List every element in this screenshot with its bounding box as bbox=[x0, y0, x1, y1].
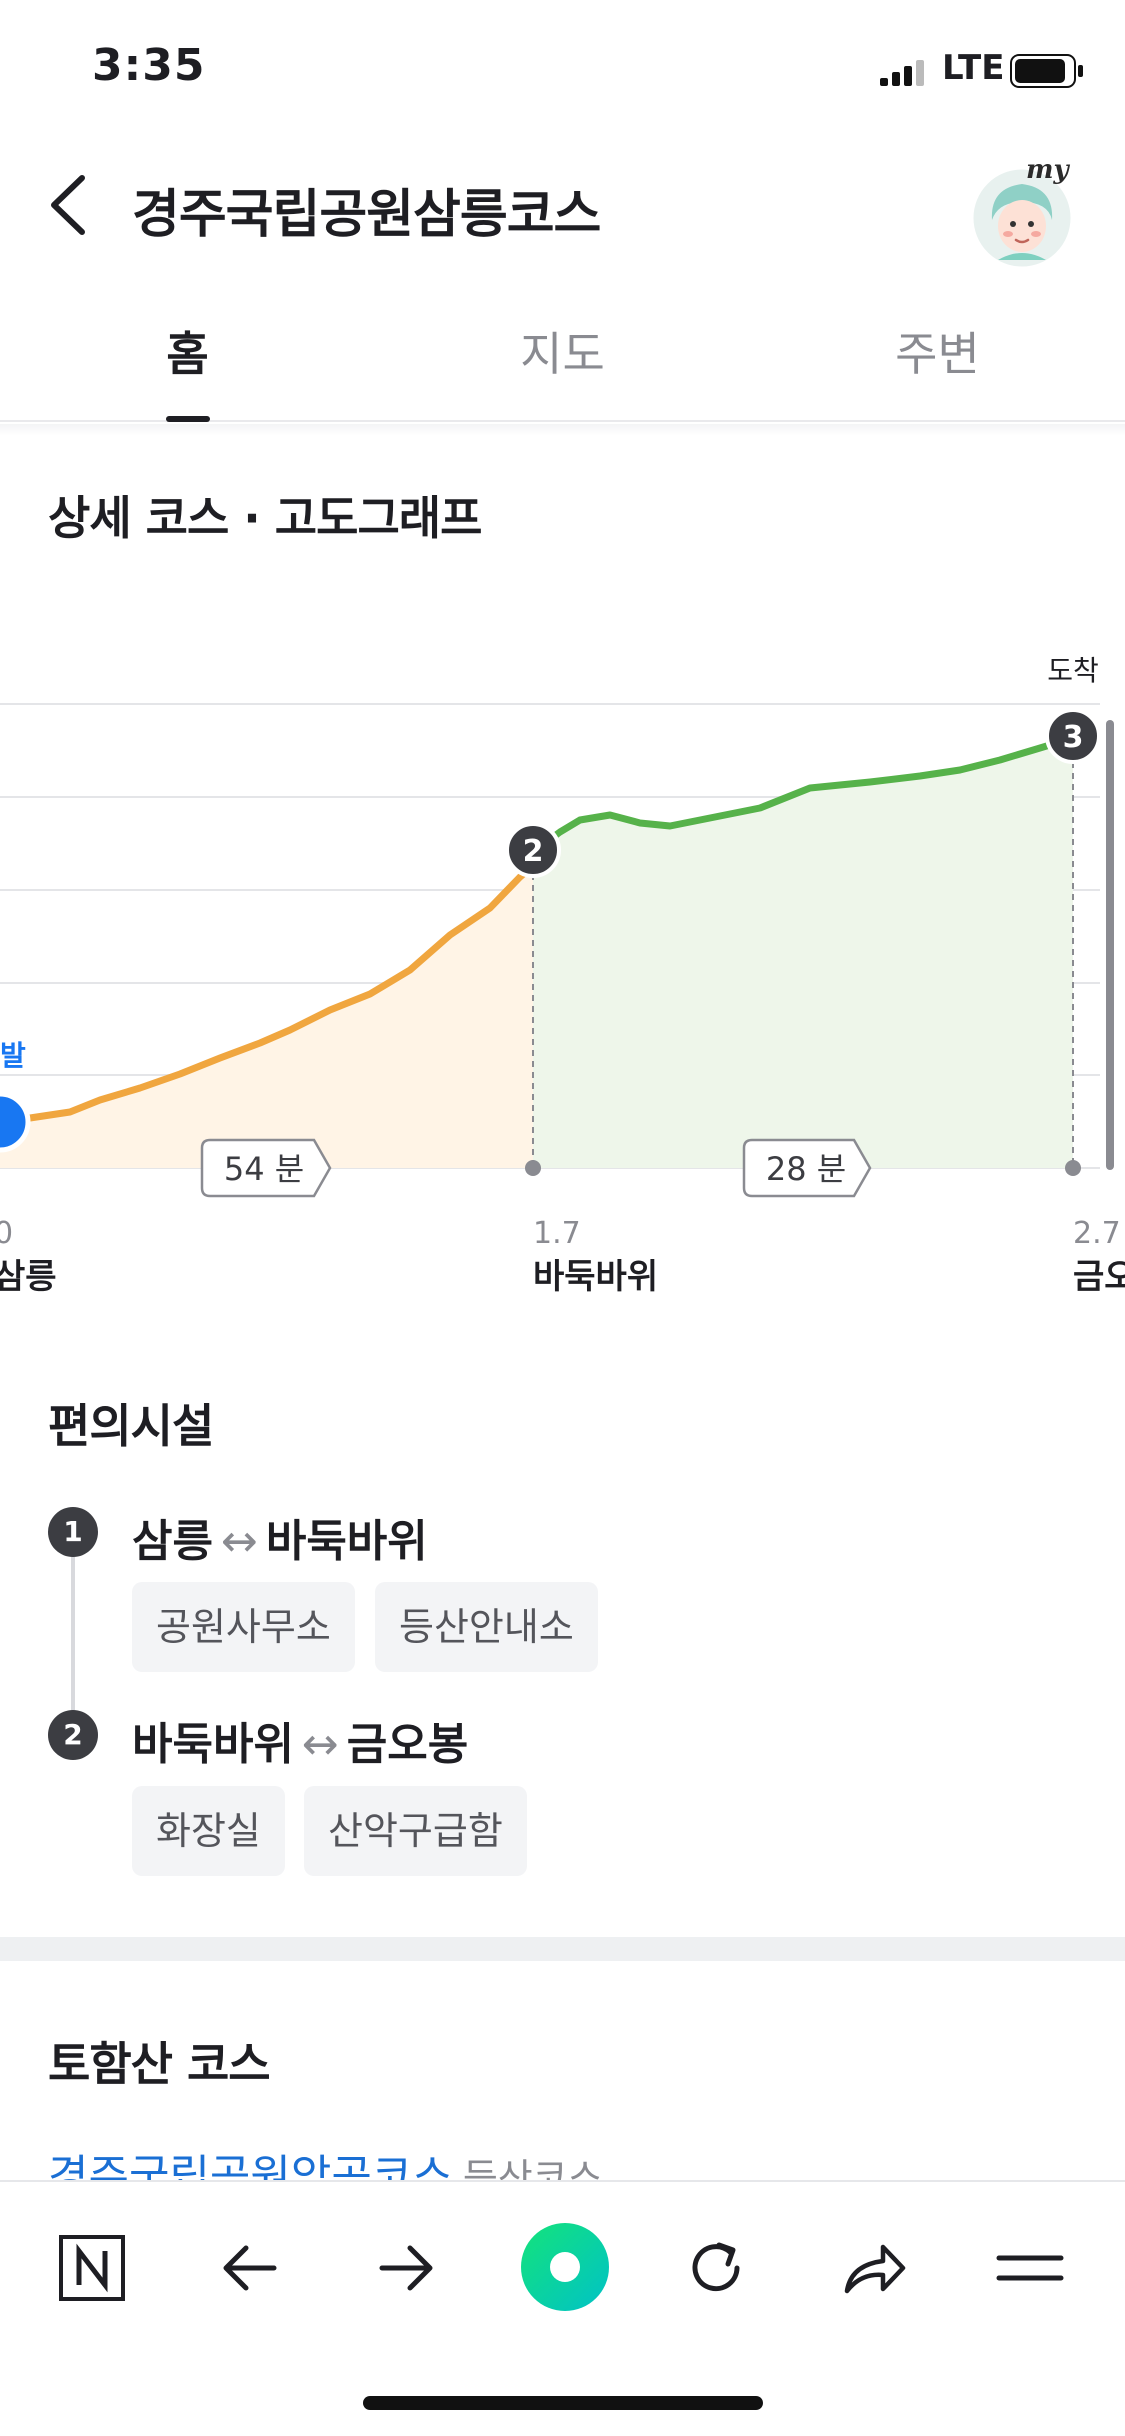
my-avatar-icon[interactable]: my bbox=[968, 152, 1078, 270]
tab-map[interactable]: 지도 bbox=[375, 290, 750, 420]
route2-arrow: ↔ bbox=[301, 1719, 339, 1770]
end-label: 도착 bbox=[1047, 654, 1099, 687]
facility-chip[interactable]: 화장실 bbox=[132, 1786, 285, 1876]
status-bar: 3:35 LTE bbox=[0, 0, 1125, 140]
route2-to: 금오봉 bbox=[346, 1719, 469, 1770]
green-dot-icon[interactable] bbox=[520, 2222, 610, 2312]
status-time: 3:35 bbox=[92, 40, 206, 91]
facility-chip[interactable]: 공원사무소 bbox=[132, 1582, 355, 1672]
facility-section2-badge: 2 bbox=[48, 1710, 98, 1760]
facility-section2-route: 바둑바위 ↔ 금오봉 bbox=[132, 1708, 468, 1772]
route1-to: 바둑바위 bbox=[265, 1516, 428, 1567]
section-divider bbox=[0, 1937, 1125, 1961]
facility-chip[interactable]: 등산안내소 bbox=[375, 1582, 598, 1672]
menu-icon[interactable] bbox=[990, 2228, 1070, 2308]
waypoint3-name: 금오 bbox=[1073, 1257, 1125, 1297]
route2-from: 바둑바위 bbox=[132, 1719, 294, 1770]
waypoint3-distance: 2.7 bbox=[1073, 1216, 1121, 1251]
waypoint2-distance: 1.7 bbox=[533, 1216, 581, 1251]
facilities-title: 편의시설 bbox=[48, 1399, 214, 1453]
back-chevron-icon[interactable] bbox=[40, 170, 100, 240]
facility-section1-route: 삼릉 ↔ 바둑바위 bbox=[132, 1505, 428, 1569]
tab-bar: 홈 지도 주변 bbox=[0, 290, 1125, 422]
back-arrow-icon[interactable] bbox=[210, 2228, 290, 2308]
tab-nearby[interactable]: 주변 bbox=[750, 290, 1125, 420]
waypoint1-name: 삼릉 bbox=[0, 1257, 57, 1297]
page-header: 경주국립공원삼릉코스 my bbox=[0, 140, 1125, 270]
network-label: LTE bbox=[942, 48, 1005, 88]
segment1-time: 54 분 bbox=[224, 1150, 304, 1188]
naver-n-icon[interactable] bbox=[52, 2228, 132, 2308]
segment2-time: 28 분 bbox=[766, 1150, 846, 1188]
segment2-time-tag: 28 분 bbox=[742, 1138, 872, 1198]
waypoint2-base-dot bbox=[525, 1160, 541, 1176]
tab-shadow bbox=[0, 424, 1125, 436]
signal-icon bbox=[880, 60, 924, 86]
facility-section1-badge: 1 bbox=[48, 1507, 98, 1557]
elevation-section-title: 상세 코스 · 고도그래프 bbox=[48, 491, 482, 545]
chart-scrollbar bbox=[1106, 720, 1114, 1170]
segment1-area bbox=[0, 855, 545, 1168]
waypoint2-number: 2 bbox=[523, 834, 544, 869]
waypoint1-distance: 0 bbox=[0, 1216, 13, 1251]
elevation-chart: 발 2 3 도착 54 분 28 분 0 삼릉 1.7 바둑바위 2.7 금오 bbox=[0, 654, 1125, 1297]
forward-arrow-icon[interactable] bbox=[366, 2228, 446, 2308]
refresh-icon[interactable] bbox=[676, 2228, 756, 2308]
segment1-time-tag: 54 분 bbox=[200, 1138, 332, 1198]
facility-chip[interactable]: 산악구급함 bbox=[304, 1786, 527, 1876]
waypoint2-name: 바둑바위 bbox=[533, 1257, 658, 1297]
course-section-title: 토함산 코스 bbox=[48, 2037, 271, 2091]
battery-icon bbox=[1010, 54, 1083, 88]
home-indicator bbox=[363, 2396, 763, 2410]
share-icon[interactable] bbox=[834, 2228, 914, 2308]
route1-from: 삼릉 bbox=[132, 1516, 213, 1567]
start-label: 발 bbox=[0, 1039, 26, 1072]
page-title: 경주국립공원삼릉코스 bbox=[132, 185, 601, 245]
waypoint3-number: 3 bbox=[1063, 720, 1084, 755]
segment2-area bbox=[533, 738, 1073, 1168]
facilities-connector bbox=[71, 1535, 75, 1730]
waypoint3-base-dot bbox=[1065, 1160, 1081, 1176]
tab-home[interactable]: 홈 bbox=[0, 290, 375, 422]
route1-arrow: ↔ bbox=[220, 1516, 258, 1567]
my-badge-text: my bbox=[1026, 155, 1071, 185]
